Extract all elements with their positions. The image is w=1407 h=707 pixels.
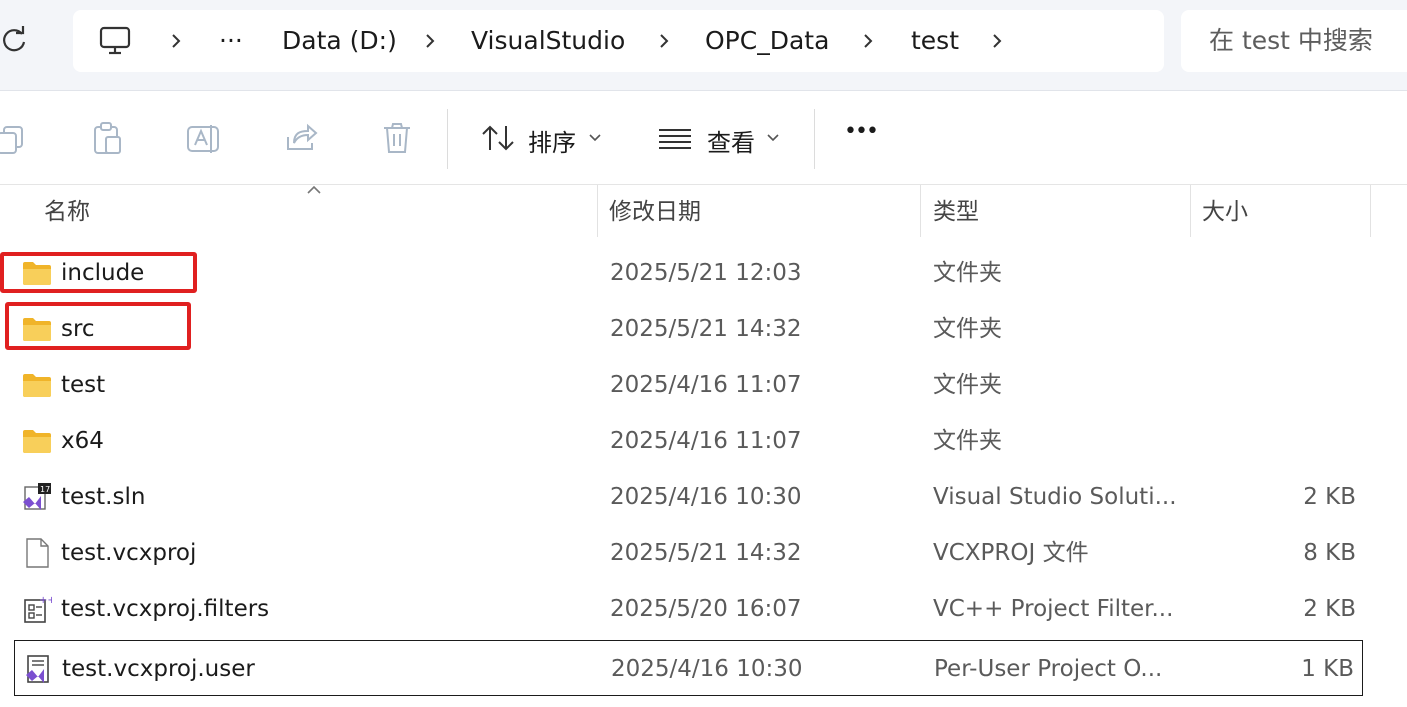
rename-icon: [187, 125, 219, 153]
file-type: 文件夹: [933, 428, 1002, 454]
copy-button[interactable]: [0, 91, 30, 184]
breadcrumb-visualstudio[interactable]: VisualStudio: [471, 10, 625, 72]
refresh-icon: [3, 26, 26, 52]
column-divider[interactable]: [597, 185, 598, 237]
file-row-include[interactable]: include 2025/5/21 12:03 文件夹: [0, 245, 1370, 301]
search-input[interactable]: 在 test 中搜索: [1181, 10, 1407, 72]
file-name: test: [61, 372, 106, 398]
view-label: 查看: [707, 129, 755, 157]
chevron-down-icon: [767, 134, 779, 142]
file-type: Visual Studio Soluti...: [933, 484, 1177, 510]
file-size: 2 KB: [1303, 484, 1356, 510]
chevron-right-icon[interactable]: [988, 32, 1006, 50]
column-name[interactable]: 名称: [44, 185, 90, 237]
file-modified: 2025/5/21 12:03: [610, 260, 802, 286]
column-modified[interactable]: 修改日期: [609, 185, 701, 237]
file-row-test-vcxproj-user[interactable]: test.vcxproj.user 2025/4/16 10:30 Per-Us…: [14, 640, 1363, 696]
file-row-x64[interactable]: x64 2025/4/16 11:07 文件夹: [0, 413, 1370, 469]
trash-icon: [384, 123, 410, 153]
file-size: 1 KB: [1301, 656, 1354, 682]
command-bar: 排序 查看 •••: [0, 91, 1407, 185]
file-type: 文件夹: [933, 260, 1002, 286]
svg-text:17: 17: [40, 485, 50, 494]
column-divider[interactable]: [1190, 185, 1191, 237]
column-header: 名称 修改日期 类型 大小: [0, 185, 1407, 237]
more-options-button[interactable]: •••: [840, 91, 886, 184]
chevron-right-icon[interactable]: [167, 32, 185, 50]
file-name: test.sln: [61, 484, 146, 510]
vs-user-file-icon: [26, 655, 49, 683]
filters-file-icon: ++: [24, 595, 52, 623]
navigation-bar: ··· Data (D:) VisualStudio OPC_Data test…: [0, 0, 1407, 91]
file-icon: [26, 538, 49, 568]
column-type[interactable]: 类型: [933, 185, 979, 237]
more-options-icon: •••: [844, 119, 879, 144]
file-modified: 2025/4/16 11:07: [610, 372, 802, 398]
view-button[interactable]: 查看: [658, 91, 788, 184]
file-name: x64: [61, 428, 104, 454]
toolbar-separator: [814, 109, 815, 169]
search-placeholder: 在 test 中搜索: [1209, 26, 1373, 55]
breadcrumb-overflow[interactable]: ···: [219, 10, 243, 72]
share-icon: [287, 123, 318, 150]
breadcrumb-data-drive[interactable]: Data (D:): [282, 10, 397, 72]
file-row-test-sln[interactable]: 17 test.sln 2025/4/16 10:30 Visual Studi…: [0, 469, 1370, 525]
file-row-test-vcxproj-filters[interactable]: ++ test.vcxproj.filters 2025/5/20 16:07 …: [0, 581, 1370, 637]
vs-solution-icon: 17: [23, 483, 51, 510]
file-modified: 2025/5/21 14:32: [610, 316, 802, 342]
file-modified: 2025/5/21 14:32: [610, 540, 802, 566]
paste-button[interactable]: [88, 91, 128, 184]
column-divider[interactable]: [1370, 185, 1371, 237]
chevron-right-icon[interactable]: [655, 32, 673, 50]
delete-button[interactable]: [378, 91, 418, 184]
sort-label: 排序: [528, 129, 576, 157]
breadcrumb-test[interactable]: test: [911, 10, 959, 72]
paste-icon: [94, 122, 121, 154]
file-modified: 2025/4/16 10:30: [610, 484, 802, 510]
chevron-right-icon[interactable]: [859, 32, 877, 50]
file-name: test.vcxproj: [61, 540, 197, 566]
file-type: Per-User Project O...: [934, 656, 1163, 682]
annotation-box-include: [0, 252, 197, 293]
chevron-down-icon: [589, 134, 601, 142]
file-modified: 2025/4/16 11:07: [610, 428, 802, 454]
toolbar-separator: [447, 109, 448, 169]
column-divider[interactable]: [920, 185, 921, 237]
breadcrumb-opc-data[interactable]: OPC_Data: [705, 10, 829, 72]
file-modified: 2025/5/20 16:07: [610, 596, 802, 622]
address-bar[interactable]: ··· Data (D:) VisualStudio OPC_Data test: [73, 10, 1164, 72]
file-type: VCXPROJ 文件: [933, 540, 1089, 566]
chevron-right-icon[interactable]: [421, 32, 439, 50]
file-row-test-vcxproj[interactable]: test.vcxproj 2025/5/21 14:32 VCXPROJ 文件 …: [0, 525, 1370, 581]
file-row-src[interactable]: src 2025/5/21 14:32 文件夹: [0, 301, 1370, 357]
sort-ascending-indicator-icon: [307, 185, 321, 194]
sort-icon: [482, 125, 514, 151]
column-size[interactable]: 大小: [1202, 185, 1248, 237]
refresh-button[interactable]: [0, 22, 30, 58]
file-type: 文件夹: [933, 316, 1002, 342]
annotation-box-src: [5, 302, 191, 350]
this-pc-icon[interactable]: [99, 26, 131, 56]
file-name: test.vcxproj.filters: [61, 596, 270, 622]
file-type: 文件夹: [933, 372, 1002, 398]
file-size: 8 KB: [1303, 540, 1356, 566]
file-size: 2 KB: [1303, 596, 1356, 622]
copy-icon: [0, 126, 23, 154]
file-row-test[interactable]: test 2025/4/16 11:07 文件夹: [0, 357, 1370, 413]
folder-icon: [23, 430, 51, 453]
share-button[interactable]: [282, 91, 322, 184]
svg-text:++: ++: [39, 595, 52, 606]
folder-icon: [23, 374, 51, 397]
rename-button[interactable]: [184, 91, 224, 184]
file-type: VC++ Project Filter...: [933, 596, 1174, 622]
file-name: test.vcxproj.user: [62, 656, 255, 682]
view-list-icon: [659, 129, 691, 149]
file-modified: 2025/4/16 10:30: [611, 656, 803, 682]
sort-button[interactable]: 排序: [478, 91, 608, 184]
